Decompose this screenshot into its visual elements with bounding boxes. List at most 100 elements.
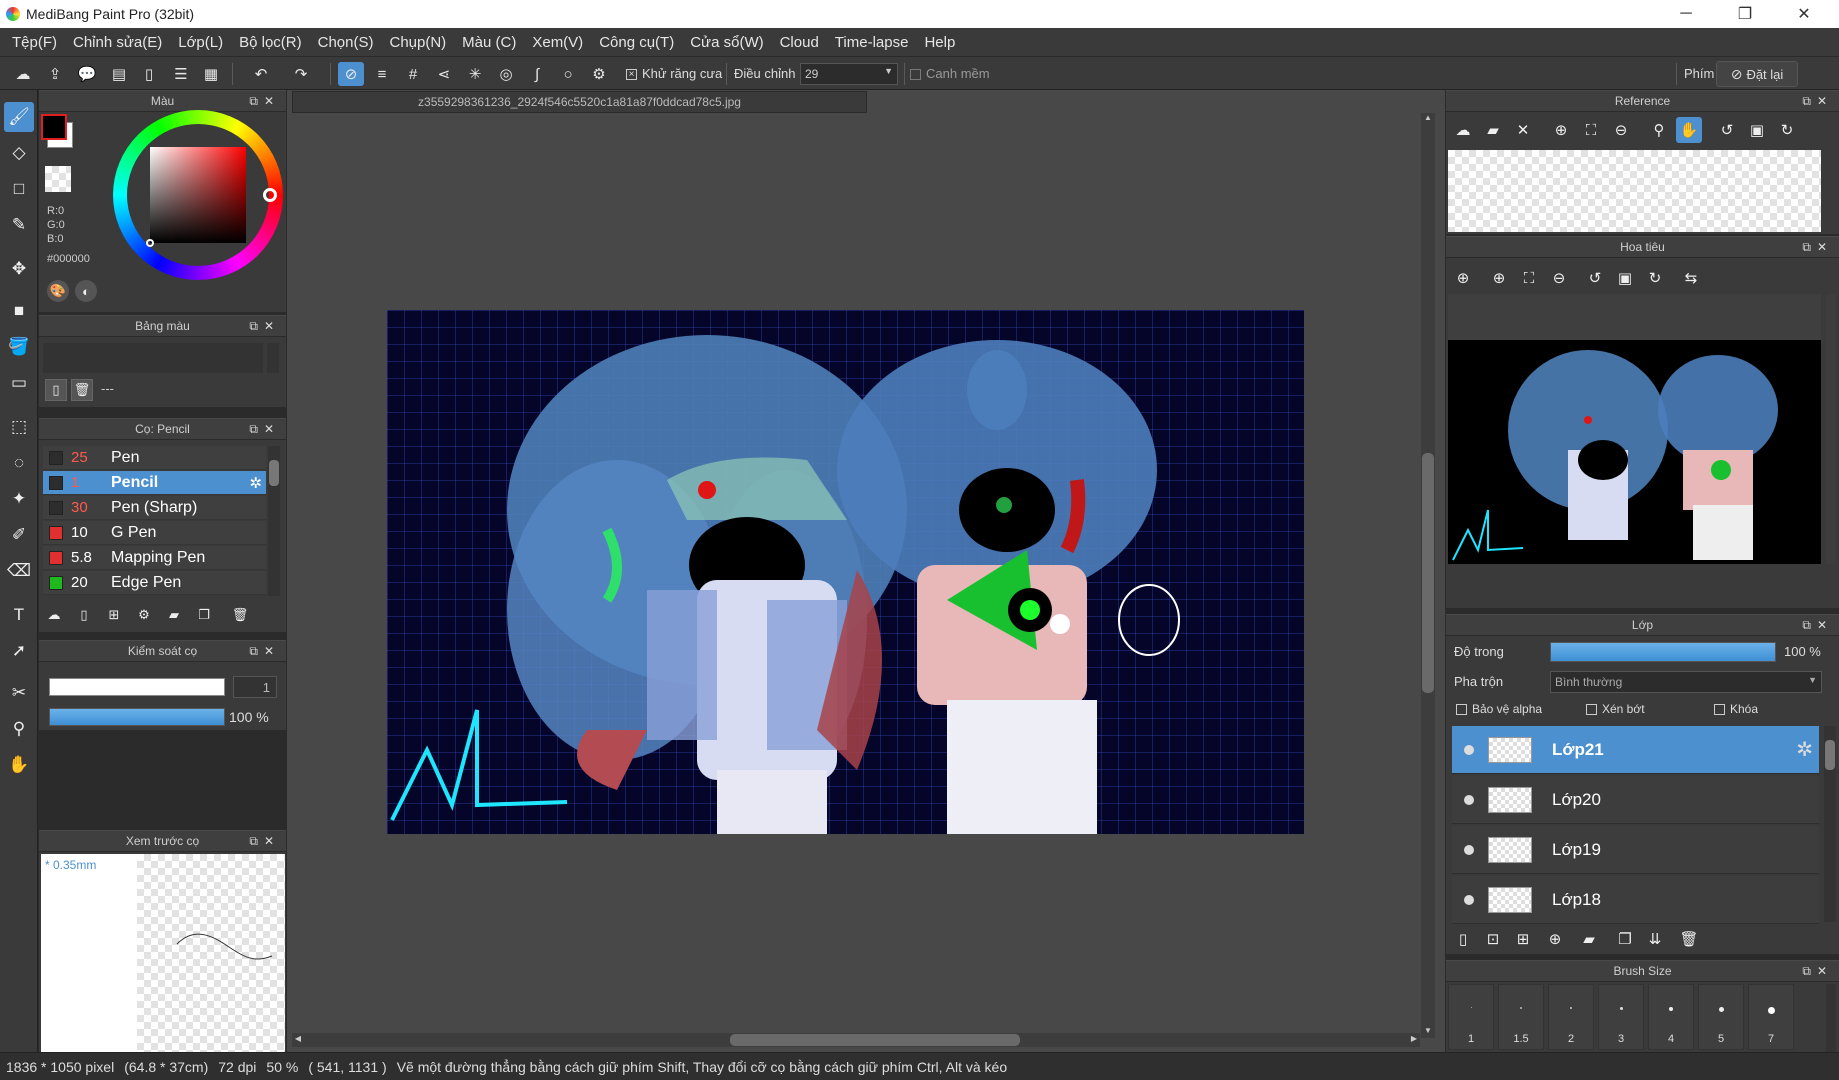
zoom-in-icon[interactable]: ⊕ [1450, 265, 1476, 291]
transparent-color-swatch[interactable] [45, 166, 71, 192]
reference-image-area[interactable] [1448, 150, 1821, 232]
soft-edge-toggle[interactable]: Canh mềm [910, 66, 990, 81]
open-folder-icon[interactable]: ▰ [1480, 117, 1506, 143]
menu-color[interactable]: Màu (C) [454, 34, 524, 51]
hand-icon[interactable]: ✋ [1676, 117, 1702, 143]
divide-tool-icon[interactable]: ✂ [4, 678, 34, 708]
brush-item[interactable]: 30 Pen (Sharp) [43, 496, 266, 520]
speech-bubble-icon[interactable]: 💬 [74, 62, 100, 86]
eraser-tool-icon[interactable]: ◇ [4, 138, 34, 168]
add-brush-icon[interactable]: ⊞ [103, 604, 125, 626]
palette-scrollbar[interactable] [267, 343, 279, 373]
concentric-snap-icon[interactable]: ◎ [493, 62, 519, 86]
brush-tool-icon[interactable]: 🖌 [4, 102, 34, 132]
zoom-out-icon[interactable]: ⊖ [1608, 117, 1634, 143]
new-palette-icon[interactable]: ▯ [45, 379, 67, 401]
snap-off-icon[interactable]: ⊘ [338, 62, 364, 86]
cloud-download-icon[interactable]: ☁ [1450, 117, 1476, 143]
minimize-icon[interactable]: ─ [1663, 0, 1709, 28]
gradient-tool-icon[interactable]: ▭ [4, 368, 34, 398]
fit-view-icon[interactable]: ⛶ [1516, 265, 1542, 291]
zoom-in-alt-icon[interactable]: ⊕ [1486, 265, 1512, 291]
brush-opacity-slider[interactable] [49, 708, 225, 726]
clipping-checkbox[interactable]: Xén bớt [1586, 702, 1645, 716]
brush-list-scrollbar[interactable] [268, 446, 280, 596]
brush-size-preset[interactable]: 4 [1648, 984, 1694, 1050]
undo-icon[interactable]: ↶ [248, 62, 274, 86]
menu-file[interactable]: Tệp(F) [4, 34, 65, 51]
rotate-right-icon[interactable]: ↻ [1774, 117, 1800, 143]
trash-icon[interactable]: 🗑 [229, 604, 251, 626]
menu-tools[interactable]: Công cụ(T) [591, 34, 682, 51]
move-tool-icon[interactable]: ✥ [4, 254, 34, 284]
cloud-icon[interactable]: ☁ [10, 62, 36, 86]
blend-mode-select[interactable]: Bình thường ▼ [1550, 671, 1822, 693]
new-brush-icon[interactable]: ▯ [73, 604, 95, 626]
palette-swatch-area[interactable] [43, 343, 263, 373]
cloud-brush-icon[interactable]: ☁ [43, 604, 65, 626]
bucket-tool-icon[interactable]: 🪣 [4, 332, 34, 362]
fit-window-icon[interactable]: ▣ [1612, 265, 1638, 291]
brush-size-preset[interactable]: 1.5 [1498, 984, 1544, 1050]
layer-opacity-slider[interactable] [1550, 642, 1776, 662]
brush-settings-icon[interactable]: ⚙ [133, 604, 155, 626]
layer-row[interactable]: Lớp18 [1452, 876, 1819, 924]
shape-tool-icon[interactable]: □ [4, 174, 34, 204]
artwork-canvas[interactable] [387, 310, 1304, 834]
rect-select-icon[interactable]: ⬚ [4, 412, 34, 442]
fit-view-icon[interactable]: ⛶ [1578, 117, 1604, 143]
palette-icon[interactable]: 🎨 [47, 280, 69, 302]
menu-window[interactable]: Cửa sổ(W) [682, 34, 771, 51]
add-layer-menu-icon[interactable]: ⊕ [1542, 926, 1568, 952]
menu-timelapse[interactable]: Time-lapse [827, 34, 917, 51]
text-tool-icon[interactable]: T [4, 600, 34, 630]
magic-wand-icon[interactable]: ✦ [4, 484, 34, 514]
perspective-snap-icon[interactable]: ⋖ [431, 62, 457, 86]
grid-snap-icon[interactable]: # [400, 62, 426, 86]
duplicate-icon[interactable]: ❐ [193, 604, 215, 626]
page-manage-icon[interactable]: ▦ [198, 62, 224, 86]
brush-item[interactable]: 25 Pen [43, 446, 266, 470]
brush-size-field[interactable]: 1 [233, 676, 277, 698]
brush-size-preset[interactable]: 2 [1548, 984, 1594, 1050]
rotate-right-icon[interactable]: ↻ [1642, 265, 1668, 291]
menu-edit[interactable]: Chỉnh sửa(E) [65, 34, 170, 51]
duplicate-layer-icon[interactable]: ❐ [1612, 926, 1638, 952]
redo-icon[interactable]: ↷ [288, 62, 314, 86]
color-mixer-icon[interactable]: ◐ [75, 280, 97, 302]
menu-filter[interactable]: Bộ lọc(R) [231, 34, 310, 51]
rotate-left-icon[interactable]: ↺ [1582, 265, 1608, 291]
curve-snap-icon[interactable]: ∫ [524, 62, 550, 86]
flip-horizontal-icon[interactable]: ⇆ [1678, 265, 1704, 291]
lasso-select-icon[interactable]: ◌ [4, 448, 34, 478]
antialias-toggle[interactable]: × Khử răng cưa [626, 66, 722, 81]
circle-snap-icon[interactable]: ○ [555, 62, 581, 86]
layer-row[interactable]: Lớp20 [1452, 776, 1819, 824]
navigator-preview[interactable] [1448, 340, 1821, 564]
lock-checkbox[interactable]: Khóa [1714, 702, 1758, 716]
merge-down-icon[interactable]: ⇊ [1642, 926, 1668, 952]
new-halftone-layer-icon[interactable]: ⊡ [1480, 926, 1506, 952]
dot-brush-icon[interactable]: ✎ [4, 210, 34, 240]
eyedropper-icon[interactable]: ⚲ [1646, 117, 1672, 143]
menu-cloud[interactable]: Cloud [772, 34, 827, 51]
layer-list-scrollbar[interactable] [1824, 726, 1836, 922]
comment-icon[interactable]: ▤ [106, 62, 132, 86]
restore-icon[interactable]: ❐ [1722, 0, 1768, 28]
brush-item[interactable]: 10 G Pen [43, 521, 266, 545]
eyedropper-tool-icon[interactable]: ⚲ [4, 714, 34, 744]
menu-snap[interactable]: Chụp(N) [381, 34, 454, 51]
brush-item[interactable]: 20 Edge Pen [43, 571, 266, 595]
canvas-horizontal-scrollbar[interactable]: ◀ ▶ [292, 1033, 1420, 1047]
page-list-icon[interactable]: ☰ [168, 62, 194, 86]
radial-snap-icon[interactable]: ✳ [462, 62, 488, 86]
brush-item[interactable]: 5.8 Mapping Pen [43, 546, 266, 570]
close-icon[interactable]: ✕ [1781, 0, 1827, 28]
menu-select[interactable]: Chọn(S) [310, 34, 382, 51]
trash-icon[interactable]: 🗑 [1676, 926, 1702, 952]
page-icon[interactable]: ▯ [136, 62, 162, 86]
close-icon[interactable]: ✕ [1510, 117, 1536, 143]
zoom-in-icon[interactable]: ⊕ [1548, 117, 1574, 143]
brush-item-selected[interactable]: 1 Pencil ✲ [43, 471, 266, 495]
trash-icon[interactable]: 🗑 [71, 379, 93, 401]
